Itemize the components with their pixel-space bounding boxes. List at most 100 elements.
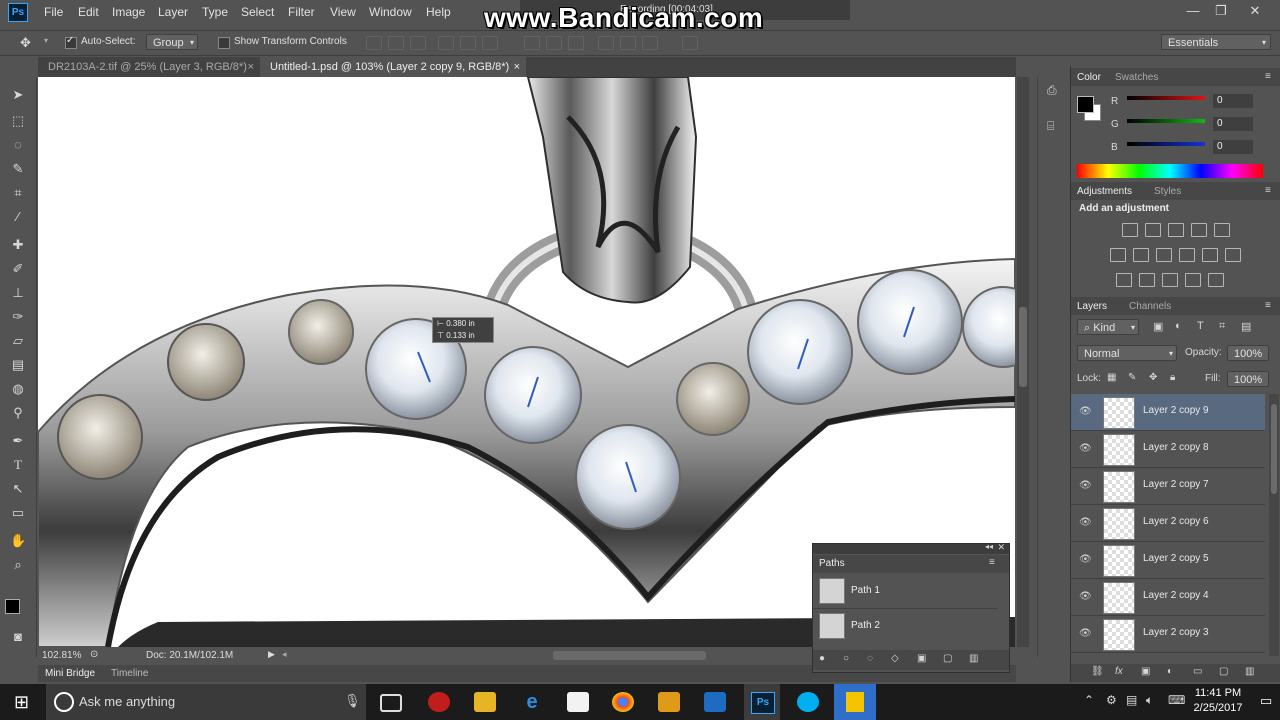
- healing-brush-icon[interactable]: ✚: [10, 237, 26, 253]
- opacity-field[interactable]: 100%: [1227, 345, 1269, 361]
- close-button[interactable]: ✕: [1240, 2, 1270, 20]
- lock-all-icon[interactable]: 🔒︎: [1170, 372, 1175, 383]
- network-icon[interactable]: ▤: [1126, 693, 1137, 707]
- chevron-down-icon[interactable]: ▾: [44, 36, 48, 45]
- eye-icon[interactable]: 👁︎: [1079, 443, 1092, 454]
- quick-mask-icon[interactable]: ◙: [10, 629, 26, 645]
- filter-smart-icon[interactable]: ▤: [1241, 320, 1251, 333]
- edge-icon[interactable]: e: [521, 692, 543, 712]
- zoom-icon[interactable]: ⊙: [90, 649, 98, 660]
- panel-menu-icon[interactable]: ≡: [989, 557, 995, 568]
- align-vcenter-icon[interactable]: [388, 36, 404, 50]
- path-select-icon[interactable]: ↖: [10, 481, 26, 497]
- make-work-path-icon[interactable]: ◇: [891, 653, 899, 664]
- eye-icon[interactable]: 👁︎: [1079, 554, 1092, 565]
- layer-row-layer-2-copy-9[interactable]: 👁︎ Layer 2 copy 9: [1071, 394, 1265, 431]
- blur-tool-icon[interactable]: ◍: [10, 381, 26, 397]
- menu-window[interactable]: Window: [369, 5, 412, 19]
- type-tool-icon[interactable]: T: [10, 457, 26, 473]
- notifications-icon[interactable]: ▭: [1260, 693, 1272, 709]
- filter-type-icon[interactable]: T: [1197, 320, 1204, 332]
- vibrance-icon[interactable]: [1214, 223, 1230, 237]
- minimize-button[interactable]: —: [1178, 2, 1208, 20]
- clock-time[interactable]: 11:41 PM: [1178, 687, 1258, 699]
- layer-row-layer-2-copy-7[interactable]: 👁︎ Layer 2 copy 7: [1071, 468, 1265, 505]
- new-layer-icon[interactable]: ▢: [1219, 666, 1228, 677]
- quick-select-tool-icon[interactable]: ✎: [10, 161, 26, 177]
- menu-file[interactable]: File: [44, 5, 63, 19]
- media-player-icon[interactable]: [658, 692, 680, 712]
- fill-field[interactable]: 100%: [1227, 371, 1269, 387]
- new-path-icon[interactable]: ▢: [943, 653, 952, 664]
- tab-adjustments[interactable]: Adjustments: [1077, 186, 1132, 197]
- lock-pixels-icon[interactable]: ✎: [1128, 372, 1136, 383]
- path-row[interactable]: Path 2: [813, 609, 997, 643]
- bandicam-icon[interactable]: [428, 692, 450, 712]
- load-selection-icon[interactable]: ◌: [867, 653, 873, 664]
- menu-image[interactable]: Image: [112, 5, 145, 19]
- properties-icon[interactable]: ⌸: [1047, 119, 1054, 134]
- close-icon[interactable]: ✕: [997, 542, 1005, 553]
- photo-filter-icon[interactable]: [1179, 248, 1195, 262]
- panel-menu-icon[interactable]: ≡: [1265, 300, 1271, 311]
- chevron-left-icon[interactable]: ◂: [282, 649, 287, 660]
- history-icon[interactable]: ⎙: [1047, 83, 1057, 98]
- scroll-thumb[interactable]: [1019, 307, 1027, 387]
- move-tool-icon[interactable]: ✥: [20, 35, 31, 51]
- selective-color-icon[interactable]: [1208, 273, 1224, 287]
- stroke-path-icon[interactable]: ○: [843, 653, 849, 664]
- distribute-top-icon[interactable]: [524, 36, 540, 50]
- menu-layer[interactable]: Layer: [158, 5, 188, 19]
- zoom-tool-icon[interactable]: ⌕: [10, 557, 26, 573]
- layer-row-layer-2-copy-6[interactable]: 👁︎ Layer 2 copy 6: [1071, 505, 1265, 542]
- color-balance-icon[interactable]: [1133, 248, 1149, 262]
- filter-pixel-icon[interactable]: ▣: [1153, 320, 1163, 333]
- path-row[interactable]: Path 1: [813, 574, 997, 609]
- layer-name[interactable]: Layer 2 copy 9: [1143, 405, 1209, 416]
- history-brush-icon[interactable]: ✑: [10, 309, 26, 325]
- layer-filter-dropdown[interactable]: ⌕ Kind ▾: [1077, 319, 1139, 335]
- distribute-hcenter-icon[interactable]: [620, 36, 636, 50]
- layers-scrollbar[interactable]: [1269, 394, 1279, 656]
- layer-row-layer-2-copy-3[interactable]: 👁︎ Layer 2 copy 3: [1071, 616, 1265, 653]
- panel-menu-icon[interactable]: ≡: [1265, 185, 1271, 196]
- eye-icon[interactable]: 👁︎: [1079, 480, 1092, 491]
- brush-tool-icon[interactable]: ✐: [10, 261, 26, 277]
- eye-icon[interactable]: 👁︎: [1079, 406, 1092, 417]
- exposure-icon[interactable]: [1191, 223, 1207, 237]
- menu-help[interactable]: Help: [426, 5, 451, 19]
- chevron-up-icon[interactable]: ⌃: [1084, 693, 1094, 707]
- trash-icon[interactable]: ▥: [969, 653, 978, 664]
- tab-timeline[interactable]: Timeline: [111, 668, 148, 679]
- lasso-tool-icon[interactable]: ◌: [10, 137, 26, 153]
- align-left-icon[interactable]: [438, 36, 454, 50]
- collapse-icon[interactable]: ◂◂: [985, 542, 993, 551]
- auto-select-checkbox[interactable]: ✓: [65, 35, 77, 49]
- layer-name[interactable]: Layer 2 copy 5: [1143, 553, 1209, 564]
- align-top-icon[interactable]: [366, 36, 382, 50]
- layer-name[interactable]: Layer 2 copy 6: [1143, 516, 1209, 527]
- restore-button[interactable]: ❐: [1206, 2, 1236, 20]
- add-mask-icon[interactable]: ▣: [917, 653, 926, 664]
- menu-select[interactable]: Select: [241, 5, 274, 19]
- layer-row-layer-2-copy-8[interactable]: 👁︎ Layer 2 copy 8: [1071, 431, 1265, 468]
- volume-icon[interactable]: 🔈︎: [1146, 693, 1153, 708]
- hand-tool-icon[interactable]: ✋: [10, 533, 26, 549]
- tab-layers[interactable]: Layers: [1077, 301, 1107, 312]
- distribute-left-icon[interactable]: [598, 36, 614, 50]
- layer-row-layer-2-copy-5[interactable]: 👁︎ Layer 2 copy 5: [1071, 542, 1265, 579]
- foreground-color-swatch[interactable]: [1077, 96, 1094, 113]
- panel-menu-icon[interactable]: ≡: [1265, 71, 1271, 82]
- store-icon[interactable]: [567, 692, 589, 712]
- skype-icon[interactable]: [797, 692, 819, 712]
- clone-stamp-icon[interactable]: ⊥: [10, 285, 26, 301]
- distribute-vcenter-icon[interactable]: [546, 36, 562, 50]
- eye-icon[interactable]: 👁︎: [1079, 517, 1092, 528]
- rectangle-tool-icon[interactable]: ▭: [10, 505, 26, 521]
- tab-mini-bridge[interactable]: Mini Bridge: [45, 668, 95, 679]
- b-value[interactable]: 0: [1213, 140, 1253, 154]
- auto-align-icon[interactable]: [682, 36, 698, 50]
- align-bottom-icon[interactable]: [410, 36, 426, 50]
- word-icon[interactable]: [704, 692, 726, 712]
- menu-edit[interactable]: Edit: [78, 5, 99, 19]
